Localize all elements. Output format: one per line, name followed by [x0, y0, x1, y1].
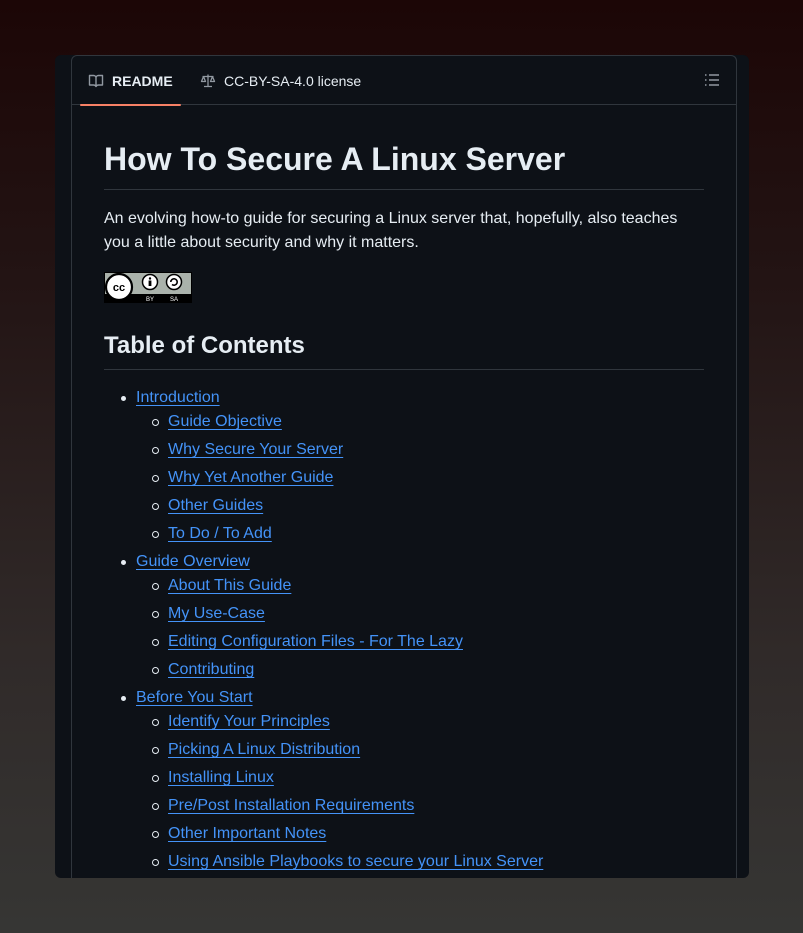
cc-by-sa-badge-icon[interactable]: cc BY SA	[104, 272, 192, 303]
toc-sublist: Identify Your Principles Picking A Linux…	[136, 710, 704, 878]
readme-window: README CC-BY-SA-4.0 license How To Secur…	[55, 55, 749, 878]
toc-link[interactable]: Picking A Linux Distribution	[168, 741, 360, 758]
readme-content: How To Secure A Linux Server An evolving…	[104, 105, 704, 878]
list-item: Contributing	[152, 658, 704, 686]
tab-readme[interactable]: README	[80, 56, 181, 106]
list-item: To Do / To Add	[152, 522, 704, 550]
list-item: Why Yet Another Guide	[152, 466, 704, 494]
toc-link[interactable]: Why Yet Another Guide	[168, 469, 333, 486]
toc-link[interactable]: My Use-Case	[168, 605, 265, 622]
list-item: My Use-Case	[152, 602, 704, 630]
list-item: Why Secure Your Server	[152, 438, 704, 466]
toc-link-introduction[interactable]: Introduction	[136, 386, 704, 410]
tab-license[interactable]: CC-BY-SA-4.0 license	[196, 56, 365, 105]
tab-readme-label: README	[112, 72, 173, 89]
readme-tabbar: README CC-BY-SA-4.0 license	[72, 56, 736, 106]
toc-link[interactable]: Guide Objective	[168, 413, 282, 430]
list-item: Installing Linux	[152, 766, 704, 794]
toc-link[interactable]: Contributing	[168, 661, 254, 678]
toc-link[interactable]: Other Important Notes	[168, 825, 326, 842]
cc-badge-sa: SA	[170, 297, 178, 303]
scale-icon	[200, 74, 216, 87]
toc-link-guide-overview[interactable]: Guide Overview	[136, 550, 704, 574]
cc-badge-by: BY	[146, 297, 154, 303]
toc-link[interactable]: Editing Configuration Files - For The La…	[168, 633, 463, 650]
page-title: How To Secure A Linux Server	[104, 139, 704, 190]
list-item: Other Important Notes	[152, 822, 704, 850]
list-item: About This Guide	[152, 574, 704, 602]
toc-link[interactable]: Using Ansible Playbooks to secure your L…	[168, 853, 543, 870]
toc-link[interactable]: To Do / To Add	[168, 525, 272, 542]
tab-license-label: CC-BY-SA-4.0 license	[224, 72, 362, 89]
toc-link[interactable]: About This Guide	[168, 577, 291, 594]
toc-section: Introduction Guide Objective Why Secure …	[136, 386, 704, 550]
list-item: Identify Your Principles	[152, 710, 704, 738]
toc-link[interactable]: Installing Linux	[168, 769, 274, 786]
toc-link[interactable]: Identify Your Principles	[168, 713, 330, 730]
toc-section: Before You Start Identify Your Principle…	[136, 686, 704, 878]
list-item: Picking A Linux Distribution	[152, 738, 704, 766]
cc-badge-cc: cc	[113, 282, 125, 294]
list-item: Editing Configuration Files - For The La…	[152, 630, 704, 658]
intro-text: An evolving how-to guide for securing a …	[104, 210, 678, 251]
toc-sublist: About This Guide My Use-Case Editing Con…	[136, 574, 704, 686]
outline-button[interactable]	[704, 72, 720, 88]
toc-heading: Table of Contents	[104, 331, 704, 370]
toc-link[interactable]: Why Secure Your Server	[168, 441, 343, 458]
list-item: Using Ansible Playbooks to secure your L…	[152, 850, 704, 878]
toc-section: Guide Overview About This Guide My Use-C…	[136, 550, 704, 686]
list-item: Other Guides	[152, 494, 704, 522]
book-icon	[88, 74, 104, 87]
toc-link[interactable]: Other Guides	[168, 497, 263, 514]
list-icon	[705, 74, 719, 86]
toc-list: Introduction Guide Objective Why Secure …	[104, 386, 704, 878]
list-item: Guide Objective	[152, 410, 704, 438]
list-item: Pre/Post Installation Requirements	[152, 794, 704, 822]
toc-link[interactable]: Pre/Post Installation Requirements	[168, 797, 414, 814]
toc-sublist: Guide Objective Why Secure Your Server W…	[136, 410, 704, 550]
toc-link-before-you-start[interactable]: Before You Start	[136, 686, 704, 710]
readme-panel: README CC-BY-SA-4.0 license How To Secur…	[71, 55, 737, 878]
